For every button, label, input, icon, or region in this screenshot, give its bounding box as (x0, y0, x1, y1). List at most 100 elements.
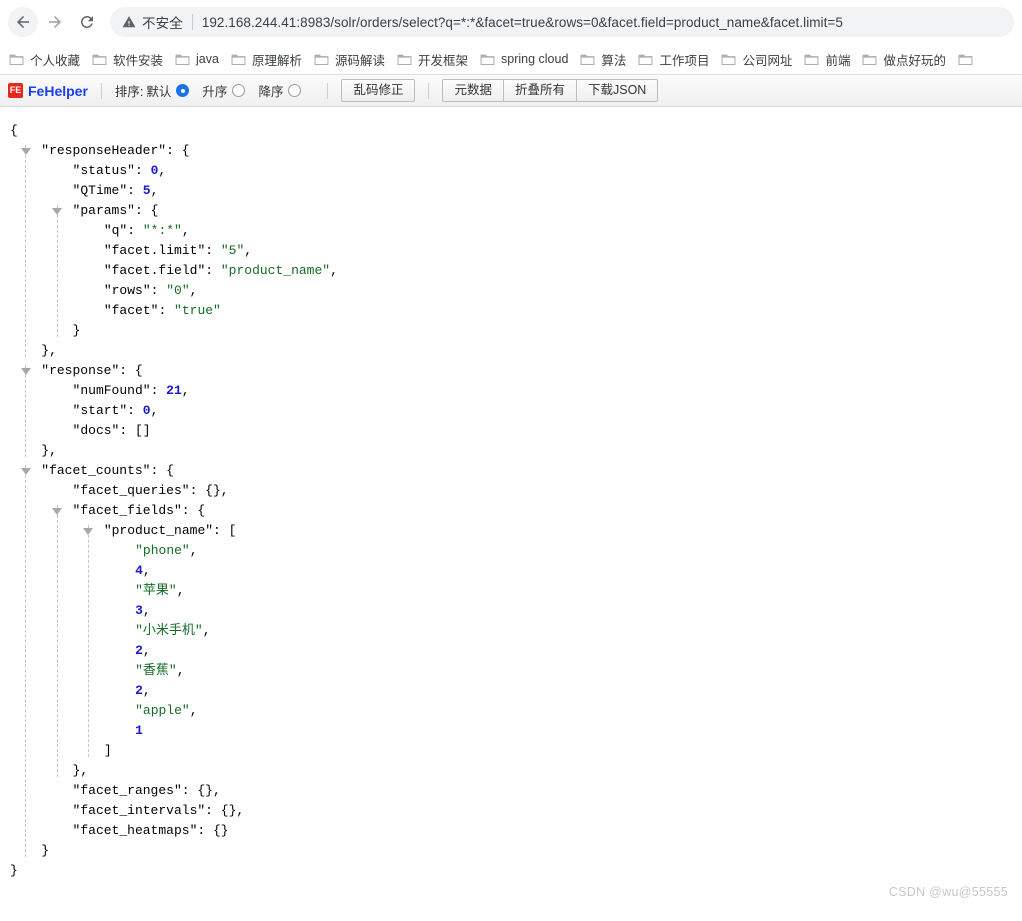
sort-radio-label: 降序 (258, 85, 284, 99)
json-line-content: }, (41, 341, 57, 361)
bookmark-item[interactable]: 个人收藏 (4, 47, 87, 71)
json-line: } (0, 321, 1022, 341)
url-text: 192.168.244.41:8983/solr/orders/select?q… (201, 14, 843, 30)
json-punctuation: : (127, 223, 143, 238)
json-punctuation: : { (134, 203, 159, 218)
json-line-content: "香蕉", (135, 661, 184, 681)
json-line-content: } (41, 841, 49, 861)
json-punctuation: : (127, 403, 143, 418)
collapse-toggle-icon[interactable] (20, 461, 31, 481)
json-punctuation: : {}, (205, 803, 245, 818)
collapse-toggle-icon[interactable] (52, 501, 63, 521)
json-punctuation: , (244, 243, 253, 258)
folder-icon (397, 54, 412, 65)
bookmark-item-overflow[interactable] (953, 47, 980, 71)
json-line: "response": { (0, 361, 1022, 381)
json-line: ] (0, 741, 1022, 761)
json-punctuation: : {}, (189, 483, 229, 498)
reload-icon (80, 15, 93, 28)
fehelper-toolbar: FE FeHelper 排序: 默认 升序 降序 乱码修正 元数据 折叠所有 下载J… (0, 74, 1022, 107)
json-line: "facet_intervals": {}, (0, 801, 1022, 821)
sort-radio-0[interactable]: 默认 (146, 81, 190, 100)
bookmark-label: 工作项目 (659, 53, 710, 68)
json-line: "facet.limit": "5", (0, 241, 1022, 261)
json-punctuation: : (205, 263, 221, 278)
json-line: "params": { (0, 201, 1022, 221)
bookmark-label: 个人收藏 (30, 53, 81, 68)
radio-indicator[interactable] (176, 84, 190, 97)
collapse-all-button[interactable]: 折叠所有 (502, 79, 577, 102)
fehelper-logo: FE FeHelper (8, 83, 88, 99)
folder-icon (9, 54, 24, 65)
sort-radio-1[interactable]: 升序 (202, 81, 246, 100)
reload-button[interactable] (72, 7, 102, 37)
json-line: } (0, 841, 1022, 861)
json-line-content: "apple", (135, 701, 197, 721)
json-punctuation: , (189, 543, 198, 558)
bookmark-item[interactable]: java (170, 47, 226, 71)
bookmark-item[interactable]: 算法 (575, 47, 633, 71)
bookmark-item[interactable]: 软件安装 (87, 47, 170, 71)
omnibox-divider (191, 14, 193, 30)
sort-options-group: 排序: 默认 升序 降序 (115, 81, 315, 100)
json-key: "product_name" (103, 523, 214, 538)
collapse-toggle-icon[interactable] (20, 361, 31, 381)
json-string-value: "true" (174, 303, 221, 318)
metadata-button[interactable]: 元数据 (442, 79, 504, 102)
json-line: }, (0, 761, 1022, 781)
bookmark-item[interactable]: 工作项目 (633, 47, 716, 71)
bookmark-item[interactable]: spring cloud (475, 47, 575, 71)
radio-indicator[interactable] (232, 84, 246, 97)
json-punctuation: { (10, 123, 18, 138)
collapse-toggle-icon[interactable] (20, 141, 31, 161)
browser-chrome: 不安全 192.168.244.41:8983/solr/orders/sele… (0, 0, 1022, 74)
json-punctuation: } (72, 323, 81, 338)
json-number-value: 4 (135, 563, 143, 578)
bookmark-item[interactable]: 做点好玩的 (857, 47, 953, 71)
json-punctuation: : (150, 283, 167, 298)
bookmark-item[interactable]: 公司网址 (716, 47, 799, 71)
download-json-button[interactable]: 下载JSON (576, 79, 659, 102)
json-line: "start": 0, (0, 401, 1022, 421)
sort-radio-2[interactable]: 降序 (258, 81, 302, 100)
json-punctuation: , (181, 223, 190, 238)
bookmark-item[interactable]: 开发框架 (392, 47, 475, 71)
fehelper-logo-text: FE (9, 85, 22, 95)
bookmark-item[interactable]: 原理解析 (226, 47, 309, 71)
address-bar[interactable]: 不安全 192.168.244.41:8983/solr/orders/sele… (110, 7, 1014, 37)
json-punctuation: : (158, 303, 175, 318)
sort-radio-label: 升序 (202, 85, 228, 99)
not-secure-warning-icon (122, 15, 136, 29)
json-line: "facet_ranges": {}, (0, 781, 1022, 801)
json-punctuation: : { (181, 503, 206, 518)
json-line-content: 1 (135, 721, 143, 741)
bookmark-label: 做点好玩的 (883, 53, 946, 68)
json-punctuation: : (205, 243, 221, 258)
collapse-toggle-icon[interactable] (83, 521, 94, 541)
fehelper-logo-icon: FE (8, 83, 23, 98)
json-number-value: 21 (166, 383, 182, 398)
json-key: "facet_ranges" (72, 783, 182, 798)
folder-icon (92, 54, 107, 65)
json-line-content: "q": "*:*", (104, 221, 190, 241)
json-line: "facet": "true" (0, 301, 1022, 321)
json-line-content: "params": { (73, 201, 159, 221)
back-button[interactable] (8, 7, 38, 37)
json-line: 2, (0, 641, 1022, 661)
fix-encoding-button[interactable]: 乱码修正 (341, 79, 416, 102)
json-line-content: "苹果", (135, 581, 184, 601)
bookmark-item[interactable]: 前端 (799, 47, 857, 71)
json-line: "status": 0, (0, 161, 1022, 181)
json-line: "facet_heatmaps": {} (0, 821, 1022, 841)
collapse-toggle-icon[interactable] (52, 201, 63, 221)
json-string-value: "phone" (135, 543, 190, 558)
radio-indicator[interactable] (288, 84, 302, 97)
forward-button[interactable] (40, 7, 70, 37)
json-string-value: "5" (220, 243, 245, 258)
json-key: "facet_heatmaps" (72, 823, 198, 838)
bookmark-item[interactable]: 源码解读 (309, 47, 392, 71)
json-string-value: "*:*" (142, 223, 182, 238)
json-punctuation: : (134, 163, 151, 178)
folder-icon (863, 54, 877, 65)
fehelper-name: FeHelper (28, 82, 88, 99)
